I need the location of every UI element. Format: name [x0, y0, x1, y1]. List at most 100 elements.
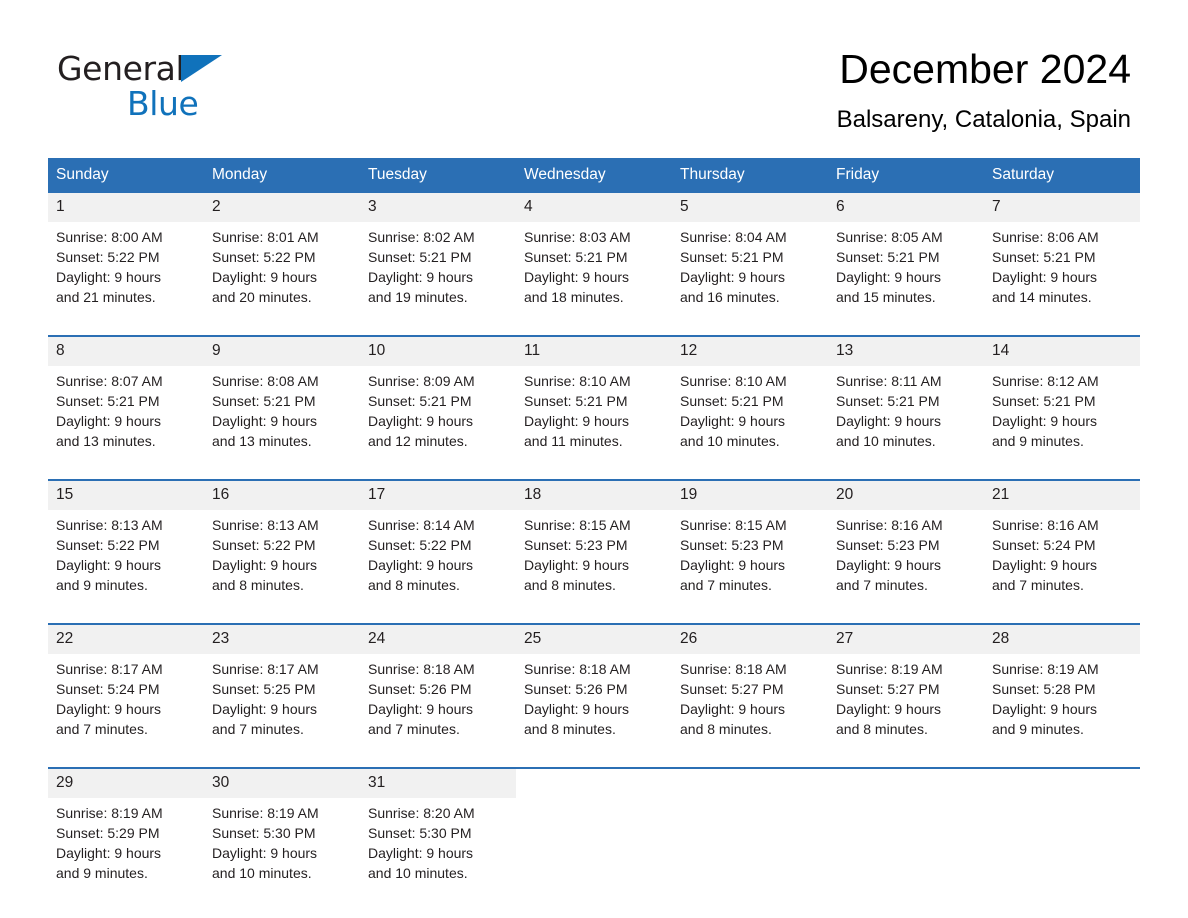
day-daylight-line-text: and 9 minutes. — [992, 433, 1084, 449]
day-daylight-line-text: Daylight: 9 hours — [680, 269, 786, 285]
day-sunset-text: Sunset: 5:26 PM — [368, 681, 472, 697]
day-cell[interactable]: Sunrise: 8:01 AM Sunset: 5:22 PM Daylight:… — [204, 222, 360, 336]
day-cell[interactable]: Sunrise: 8:18 AM Sunset: 5:26 PM Daylight:… — [360, 654, 516, 768]
day-daylight-line-text: Daylight: 9 hours — [680, 557, 786, 573]
day-daylight-line-text: Daylight: 9 hours — [212, 557, 318, 573]
day-number[interactable]: 15 — [48, 479, 204, 510]
day-daylight-line-text: Daylight: 9 hours — [524, 269, 630, 285]
day-number[interactable]: 19 — [672, 479, 828, 510]
day-cell[interactable]: Sunrise: 8:19 AM Sunset: 5:29 PM Daylight:… — [48, 798, 204, 911]
day-number[interactable]: 8 — [48, 335, 204, 366]
day-cell[interactable]: Sunrise: 8:18 AM Sunset: 5:27 PM Daylight:… — [672, 654, 828, 768]
day-number[interactable]: 11 — [516, 335, 672, 366]
day-number[interactable]: 1 — [48, 193, 204, 222]
day-cell[interactable]: Sunrise: 8:19 AM Sunset: 5:28 PM Daylight:… — [984, 654, 1140, 768]
day-number[interactable]: 30 — [204, 767, 360, 798]
day-daylight-line-text: and 8 minutes. — [524, 577, 616, 593]
day-cell[interactable]: Sunrise: 8:20 AM Sunset: 5:30 PM Daylight:… — [360, 798, 516, 911]
day-number[interactable]: 16 — [204, 479, 360, 510]
day-number[interactable]: 7 — [984, 193, 1140, 222]
day-cell[interactable]: Sunrise: 8:15 AM Sunset: 5:23 PM Daylight:… — [672, 510, 828, 624]
day-number[interactable]: 5 — [672, 193, 828, 222]
day-number[interactable]: 12 — [672, 335, 828, 366]
day-daylight-line-text: Daylight: 9 hours — [524, 701, 630, 717]
day-cell[interactable]: Sunrise: 8:10 AM Sunset: 5:21 PM Daylight:… — [672, 366, 828, 480]
day-number[interactable]: 27 — [828, 623, 984, 654]
day-sunset-text: Sunset: 5:28 PM — [992, 681, 1096, 697]
day-cell[interactable]: Sunrise: 8:16 AM Sunset: 5:23 PM Daylight:… — [828, 510, 984, 624]
day-number[interactable]: 6 — [828, 193, 984, 222]
day-number[interactable]: 21 — [984, 479, 1140, 510]
day-sunset-text: Sunset: 5:21 PM — [836, 393, 940, 409]
day-number[interactable]: 10 — [360, 335, 516, 366]
day-number[interactable]: 4 — [516, 193, 672, 222]
day-number[interactable]: 22 — [48, 623, 204, 654]
day-cell[interactable]: Sunrise: 8:12 AM Sunset: 5:21 PM Daylight:… — [984, 366, 1140, 480]
day-cell[interactable]: Sunrise: 8:18 AM Sunset: 5:26 PM Daylight:… — [516, 654, 672, 768]
day-sunrise-text: Sunrise: 8:10 AM — [524, 373, 631, 389]
day-cell[interactable]: Sunrise: 8:19 AM Sunset: 5:27 PM Daylight:… — [828, 654, 984, 768]
day-sunset-text: Sunset: 5:25 PM — [212, 681, 316, 697]
day-daylight-line-text: Daylight: 9 hours — [56, 701, 162, 717]
day-sunset-text: Sunset: 5:30 PM — [212, 825, 316, 841]
day-cell[interactable]: Sunrise: 8:09 AM Sunset: 5:21 PM Daylight:… — [360, 366, 516, 480]
day-number[interactable]: 2 — [204, 193, 360, 222]
day-daylight-line-text: and 8 minutes. — [836, 721, 928, 737]
day-daylight-line-text: Daylight: 9 hours — [368, 413, 474, 429]
logo-text-general: General — [57, 49, 185, 88]
day-cell[interactable]: Sunrise: 8:02 AM Sunset: 5:21 PM Daylight:… — [360, 222, 516, 336]
day-number[interactable]: 31 — [360, 767, 516, 798]
day-sunset-text: Sunset: 5:29 PM — [56, 825, 160, 841]
day-number[interactable]: 13 — [828, 335, 984, 366]
day-cell[interactable]: Sunrise: 8:16 AM Sunset: 5:24 PM Daylight:… — [984, 510, 1140, 624]
day-daylight-line-text: and 11 minutes. — [524, 433, 623, 449]
generalblue-logo[interactable]: General Blue — [57, 52, 317, 124]
day-number[interactable]: 24 — [360, 623, 516, 654]
calendar-header-row: Sunday Monday Tuesday Wednesday Thursday Frid… — [48, 158, 1140, 193]
day-number[interactable]: 3 — [360, 193, 516, 222]
day-number[interactable]: 28 — [984, 623, 1140, 654]
day-cell[interactable]: Sunrise: 8:13 AM Sunset: 5:22 PM Daylight:… — [48, 510, 204, 624]
day-cell[interactable]: Sunrise: 8:17 AM Sunset: 5:24 PM Daylight:… — [48, 654, 204, 768]
day-cell[interactable]: Sunrise: 8:04 AM Sunset: 5:21 PM Daylight:… — [672, 222, 828, 336]
day-number[interactable]: 17 — [360, 479, 516, 510]
day-cell[interactable]: Sunrise: 8:00 AM Sunset: 5:22 PM Daylight:… — [48, 222, 204, 336]
week-detail-row: Sunrise: 8:00 AM Sunset: 5:22 PM Daylight:… — [48, 222, 1140, 336]
day-sunrise-text: Sunrise: 8:10 AM — [680, 373, 787, 389]
title-block: December 2024 Balsareny, Catalonia, Spai… — [837, 44, 1131, 136]
day-daylight-line-text: and 14 minutes. — [992, 289, 1092, 305]
day-daylight-line-text: and 18 minutes. — [524, 289, 624, 305]
day-cell[interactable]: Sunrise: 8:10 AM Sunset: 5:21 PM Daylight:… — [516, 366, 672, 480]
day-number[interactable]: 20 — [828, 479, 984, 510]
day-number[interactable]: 23 — [204, 623, 360, 654]
day-cell[interactable]: Sunrise: 8:03 AM Sunset: 5:21 PM Daylight:… — [516, 222, 672, 336]
day-cell[interactable]: Sunrise: 8:06 AM Sunset: 5:21 PM Daylight:… — [984, 222, 1140, 336]
day-number[interactable]: 18 — [516, 479, 672, 510]
weekday-header-monday: Monday — [204, 158, 360, 193]
day-daylight-line-text: Daylight: 9 hours — [368, 701, 474, 717]
day-sunrise-text: Sunrise: 8:19 AM — [836, 661, 943, 677]
day-number[interactable]: 29 — [48, 767, 204, 798]
page-title: December 2024 — [839, 46, 1131, 92]
week-number-row: 1234567 — [48, 193, 1140, 222]
day-cell[interactable]: Sunrise: 8:05 AM Sunset: 5:21 PM Daylight:… — [828, 222, 984, 336]
day-number[interactable]: 25 — [516, 623, 672, 654]
day-sunset-text: Sunset: 5:21 PM — [836, 249, 940, 265]
day-number[interactable]: 9 — [204, 335, 360, 366]
day-daylight-line-text: and 8 minutes. — [368, 577, 460, 593]
day-cell[interactable]: Sunrise: 8:14 AM Sunset: 5:22 PM Daylight:… — [360, 510, 516, 624]
day-daylight-line-text: Daylight: 9 hours — [56, 845, 162, 861]
day-sunset-text: Sunset: 5:27 PM — [680, 681, 784, 697]
day-sunset-text: Sunset: 5:21 PM — [368, 249, 472, 265]
day-cell[interactable]: Sunrise: 8:08 AM Sunset: 5:21 PM Daylight:… — [204, 366, 360, 480]
day-cell[interactable]: Sunrise: 8:17 AM Sunset: 5:25 PM Daylight:… — [204, 654, 360, 768]
day-cell[interactable]: Sunrise: 8:13 AM Sunset: 5:22 PM Daylight:… — [204, 510, 360, 624]
day-number[interactable]: 26 — [672, 623, 828, 654]
day-cell[interactable]: Sunrise: 8:19 AM Sunset: 5:30 PM Daylight:… — [204, 798, 360, 911]
day-daylight-line-text: Daylight: 9 hours — [992, 413, 1098, 429]
day-daylight-line-text: and 7 minutes. — [56, 721, 148, 737]
day-number[interactable]: 14 — [984, 335, 1140, 366]
day-cell[interactable]: Sunrise: 8:07 AM Sunset: 5:21 PM Daylight:… — [48, 366, 204, 480]
day-cell[interactable]: Sunrise: 8:15 AM Sunset: 5:23 PM Daylight:… — [516, 510, 672, 624]
day-cell[interactable]: Sunrise: 8:11 AM Sunset: 5:21 PM Daylight:… — [828, 366, 984, 480]
